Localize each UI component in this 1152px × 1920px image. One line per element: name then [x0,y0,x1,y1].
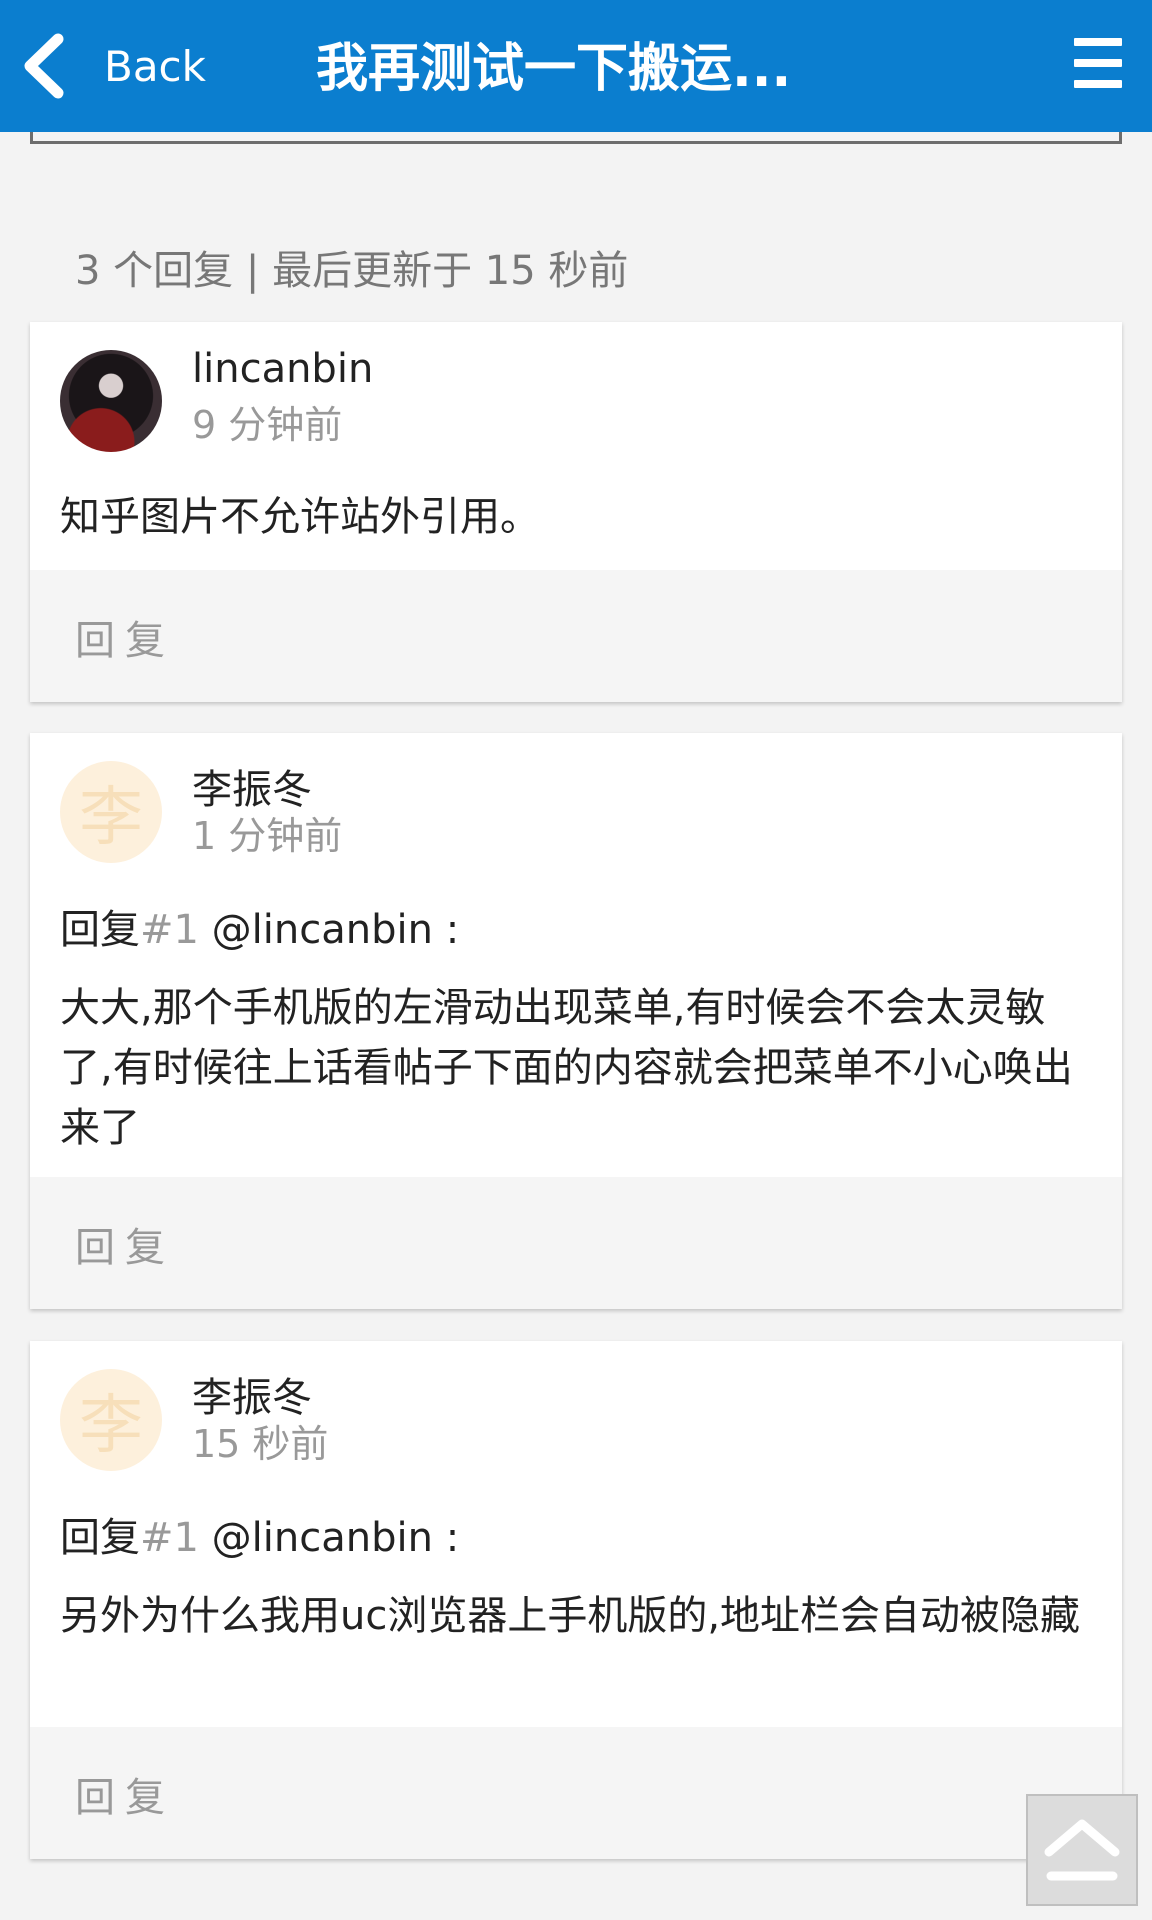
topic-meta: 3 个回复 | 最后更新于 15 秒前 [75,248,629,294]
reply-prefix: 回复 [60,907,140,953]
reply-button[interactable]: 回复 [75,1215,175,1273]
post-card: 李 李振冬 15 秒前 回复#1 @lincanbin : 另外为什么我用uc浏… [30,1341,1122,1859]
post-content: 知乎图片不允许站外引用。 [60,494,540,540]
reply-floor-link[interactable]: #1 [140,1515,199,1561]
post-time: 1 分钟前 [192,814,343,858]
page-title: 我再测试一下搬运... [316,39,792,96]
back-button[interactable]: Back [20,22,220,110]
avatar[interactable]: 李 [60,761,162,863]
avatar[interactable] [60,350,162,452]
reply-quote: 回复#1 @lincanbin : [60,900,1092,960]
avatar-letter: 李 [79,781,143,855]
post-content: 另外为什么我用uc浏览器上手机版的,地址栏会自动被隐藏 [60,1593,1081,1639]
back-label: Back [104,41,206,91]
avatar[interactable]: 李 [60,1369,162,1471]
post-time: 15 秒前 [192,1422,329,1466]
reply-to-user[interactable]: @lincanbin : [199,1515,460,1561]
post-time: 9 分钟前 [192,403,343,447]
post-actions: 回复 [30,1177,1122,1309]
scroll-top-button[interactable] [1026,1794,1138,1906]
chevron-up-icon [1044,1819,1120,1881]
post-author[interactable]: lincanbin [192,346,373,392]
reply-floor-link[interactable]: #1 [140,907,199,953]
post-actions: 回复 [30,570,1122,702]
reply-button[interactable]: 回复 [75,608,175,666]
reply-quote: 回复#1 @lincanbin : [60,1508,1092,1568]
post-card: lincanbin 9 分钟前 知乎图片不允许站外引用。 回复 [30,322,1122,702]
reply-prefix: 回复 [60,1515,140,1561]
post-card: 李 李振冬 1 分钟前 回复#1 @lincanbin : 大大,那个手机版的左… [30,733,1122,1309]
chevron-left-icon [24,33,64,99]
hamburger-menu-icon[interactable] [1074,38,1122,88]
app-bar: Back 我再测试一下搬运... [0,0,1152,132]
post-content: 大大,那个手机版的左滑动出现菜单,有时候会不会太灵敏了,有时候往上话看帖子下面的… [60,985,1073,1151]
avatar-letter: 李 [79,1389,143,1463]
post-actions: 回复 [30,1727,1122,1859]
reply-button[interactable]: 回复 [75,1765,175,1823]
reply-to-user[interactable]: @lincanbin : [199,907,460,953]
